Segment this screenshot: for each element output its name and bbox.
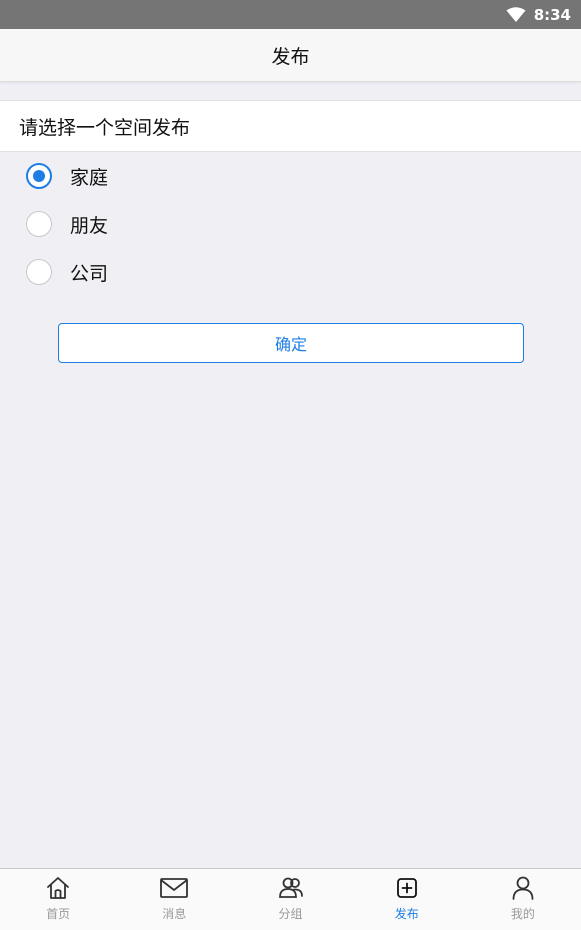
nav-bar: 发布 <box>0 29 581 82</box>
tab-label: 发布 <box>394 907 419 921</box>
status-time: 8:34 <box>533 5 571 24</box>
page-title: 发布 <box>271 45 310 68</box>
home-icon <box>45 875 71 901</box>
tab-label: 消息 <box>162 907 187 921</box>
radio-button-checked[interactable] <box>26 163 52 189</box>
radio-label: 公司 <box>70 262 109 285</box>
radio-label: 朋友 <box>70 214 109 237</box>
tab-publish[interactable]: 发布 <box>349 869 465 930</box>
tab-profile[interactable]: 我的 <box>465 869 581 930</box>
radio-option-friends[interactable]: 朋友 <box>0 200 581 248</box>
add-square-icon <box>394 875 420 901</box>
tab-home[interactable]: 首页 <box>0 869 116 930</box>
radio-option-company[interactable]: 公司 <box>0 248 581 296</box>
tab-label: 我的 <box>510 907 535 921</box>
tab-label: 分组 <box>278 907 303 921</box>
mail-icon <box>159 875 189 901</box>
tab-label: 首页 <box>46 907 71 921</box>
prompt-text: 请选择一个空间发布 <box>19 116 191 139</box>
radio-option-family[interactable]: 家庭 <box>0 152 581 200</box>
person-icon <box>510 875 536 901</box>
status-right: 8:34 <box>506 0 571 29</box>
space-radio-group: 家庭 朋友 公司 <box>0 152 581 296</box>
radio-label: 家庭 <box>70 166 109 189</box>
group-icon <box>277 875 305 901</box>
tab-groups[interactable]: 分组 <box>232 869 348 930</box>
prompt-row: 请选择一个空间发布 <box>0 100 581 152</box>
confirm-label: 确定 <box>274 335 307 354</box>
screen: 8:34 发布 请选择一个空间发布 家庭 朋友 公司 确定 首页 消息 分组 发… <box>0 0 581 930</box>
radio-button[interactable] <box>26 259 52 285</box>
radio-button[interactable] <box>26 211 52 237</box>
tab-messages[interactable]: 消息 <box>116 869 232 930</box>
confirm-button[interactable]: 确定 <box>58 323 524 363</box>
status-bar: 8:34 <box>0 0 581 29</box>
wifi-icon <box>506 6 526 23</box>
tab-bar: 首页 消息 分组 发布 我的 <box>0 868 581 930</box>
